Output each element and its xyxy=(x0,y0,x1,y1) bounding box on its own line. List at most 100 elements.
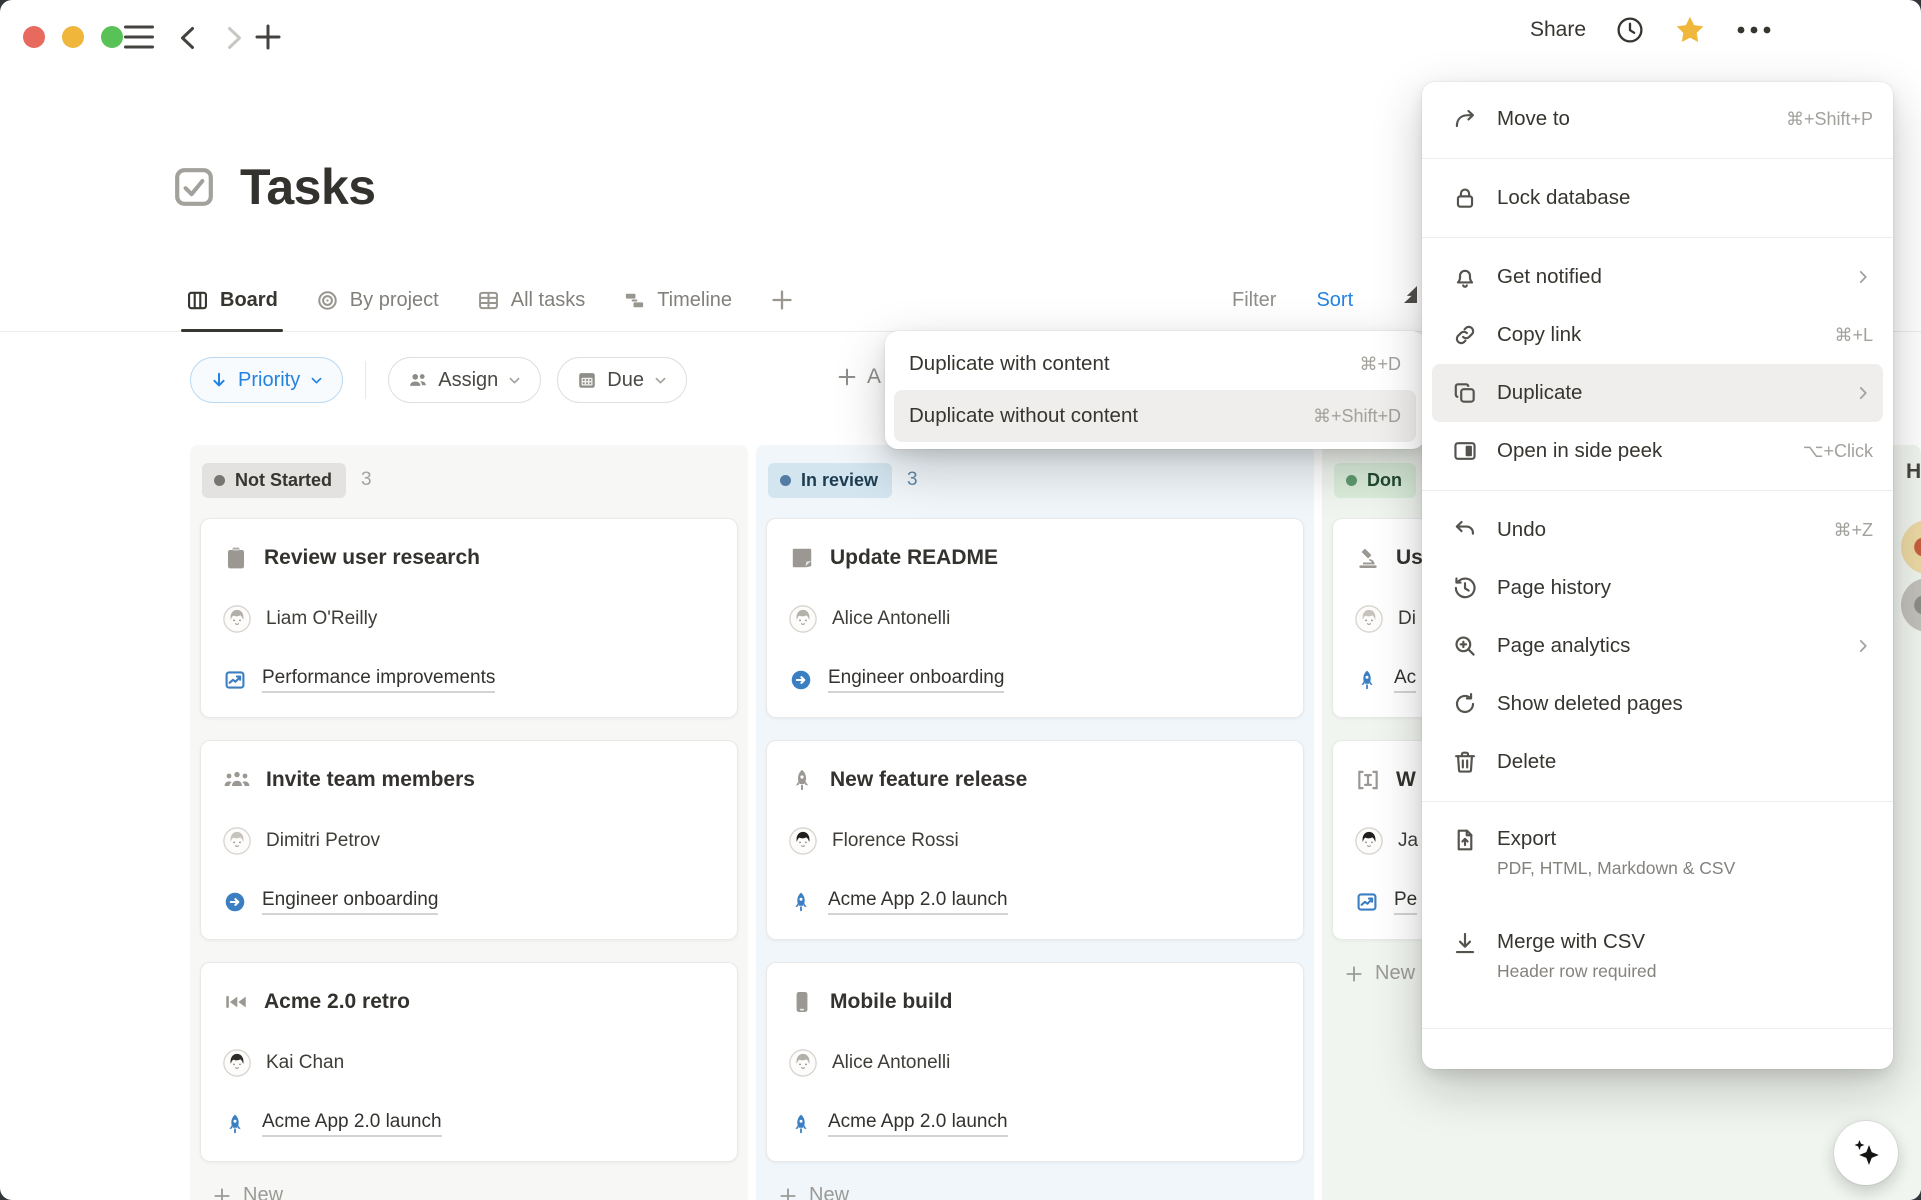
forward-icon[interactable] xyxy=(222,25,246,51)
menu-item-lock-database[interactable]: Lock database xyxy=(1422,169,1893,227)
ai-assistant-button[interactable] xyxy=(1834,1121,1898,1185)
hamburger-menu-icon[interactable] xyxy=(124,24,154,50)
card-title: Acme 2.0 retro xyxy=(264,990,410,1014)
menu-item-move-to[interactable]: Move to ⌘+Shift+P xyxy=(1422,90,1893,148)
menu-item-show-deleted-pages[interactable]: Show deleted pages xyxy=(1422,675,1893,733)
page-title[interactable]: Tasks xyxy=(240,158,376,216)
filter-bar: Priority Assign Due xyxy=(190,356,687,404)
avatar xyxy=(1355,827,1383,855)
rocket-icon xyxy=(789,1112,813,1136)
new-card-button[interactable]: New xyxy=(778,1184,1304,1200)
undo-icon xyxy=(1452,517,1478,543)
arrow-circle-icon xyxy=(789,668,813,692)
menu-item-page-history[interactable]: Page history xyxy=(1422,559,1893,617)
plus-icon xyxy=(778,1186,798,1200)
duplicate-submenu: Duplicate with content ⌘+D Duplicate wit… xyxy=(885,331,1425,449)
add-filter-button[interactable]: A xyxy=(836,365,881,389)
card-link[interactable]: Performance improvements xyxy=(262,667,495,693)
status-badge[interactable]: In review xyxy=(768,463,892,498)
card-link[interactable]: Engineer onboarding xyxy=(828,667,1004,693)
card-link[interactable]: Acme App 2.0 launch xyxy=(828,889,1008,915)
page-options-menu: Move to ⌘+Shift+P Lock database Get noti… xyxy=(1422,82,1893,1069)
assign-filter-pill[interactable]: Assign xyxy=(388,357,541,403)
status-dot xyxy=(1346,475,1357,486)
card-title: Mobile build xyxy=(830,990,952,1014)
menu-item-page-analytics[interactable]: Page analytics xyxy=(1422,617,1893,675)
tab-label: By project xyxy=(350,289,439,312)
checkbox-icon[interactable] xyxy=(170,163,218,211)
shortcut-label: ⌘+D xyxy=(1359,354,1401,375)
filter-button[interactable]: Filter xyxy=(1232,289,1276,312)
menu-item-get-notified[interactable]: Get notified xyxy=(1422,248,1893,306)
paste-icon xyxy=(789,545,815,571)
add-filter-label: A xyxy=(867,365,881,389)
card-assignee: Kai Chan xyxy=(266,1052,344,1074)
close-window-button[interactable] xyxy=(23,26,45,48)
avatar xyxy=(789,605,817,633)
divider xyxy=(1422,1028,1893,1029)
share-button[interactable]: Share xyxy=(1530,18,1586,42)
menu-item-subtitle: Header row required xyxy=(1497,961,1657,982)
task-card[interactable]: Invite team members Dimitri Petrov Engin… xyxy=(200,740,738,940)
task-card[interactable]: Update README Alice Antonelli Engineer o… xyxy=(766,518,1304,718)
new-card-button[interactable]: New xyxy=(212,1184,738,1200)
tab-label: Board xyxy=(220,289,278,312)
priority-sort-pill[interactable]: Priority xyxy=(190,357,343,403)
menu-item-duplicate[interactable]: Duplicate xyxy=(1432,364,1883,422)
back-icon[interactable] xyxy=(176,25,200,51)
calendar-icon xyxy=(576,369,598,391)
menu-item-duplicate-without-content[interactable]: Duplicate without content ⌘+Shift+D xyxy=(894,390,1416,442)
divider xyxy=(365,361,366,399)
shortcut-label: ⌘+L xyxy=(1834,325,1873,346)
menu-item-delete[interactable]: Delete xyxy=(1422,733,1893,791)
star-icon[interactable] xyxy=(1674,14,1706,46)
chevron-down-icon xyxy=(507,373,522,388)
status-badge[interactable]: Not Started xyxy=(202,463,346,498)
card-assignee: Liam O'Reilly xyxy=(266,608,377,630)
line-chart-icon xyxy=(1355,890,1379,914)
target-icon xyxy=(316,289,339,312)
status-badge[interactable]: Don xyxy=(1334,463,1416,498)
new-tab-icon[interactable] xyxy=(254,23,282,51)
avatar xyxy=(789,827,817,855)
people-group-icon xyxy=(223,767,251,793)
clock-icon[interactable] xyxy=(1616,16,1644,44)
menu-item-duplicate-with-content[interactable]: Duplicate with content ⌘+D xyxy=(885,338,1425,390)
card-link[interactable]: Acme App 2.0 launch xyxy=(262,1111,442,1137)
menu-item-copy-link[interactable]: Copy link ⌘+L xyxy=(1422,306,1893,364)
task-card[interactable]: Review user research Liam O'Reilly Perfo… xyxy=(200,518,738,718)
menu-item-undo[interactable]: Undo ⌘+Z xyxy=(1422,501,1893,559)
card-link[interactable]: Pe xyxy=(1394,889,1417,915)
chevron-right-icon xyxy=(1853,267,1873,287)
card-link[interactable]: Engineer onboarding xyxy=(262,889,438,915)
tab-all-tasks[interactable]: All tasks xyxy=(477,269,585,331)
trash-icon xyxy=(1452,749,1478,775)
tab-timeline[interactable]: Timeline xyxy=(623,269,732,331)
card-assignee: Alice Antonelli xyxy=(832,608,950,630)
task-card[interactable]: Acme 2.0 retro Kai Chan Acme App 2.0 lau… xyxy=(200,962,738,1162)
sort-button[interactable]: Sort xyxy=(1316,289,1353,312)
menu-item-merge-with-csv[interactable]: Merge with CSVHeader row required xyxy=(1422,915,1893,1018)
avatar xyxy=(1355,605,1383,633)
card-title: Invite team members xyxy=(266,768,475,792)
duplicate-icon xyxy=(1452,380,1478,406)
tab-label: Timeline xyxy=(657,289,732,312)
lock-icon xyxy=(1452,185,1478,211)
tab-by-project[interactable]: By project xyxy=(316,269,439,331)
menu-item-export[interactable]: ExportPDF, HTML, Markdown & CSV xyxy=(1422,812,1893,915)
card-link[interactable]: Acme App 2.0 launch xyxy=(828,1111,1008,1137)
task-card[interactable]: Mobile build Alice Antonelli Acme App 2.… xyxy=(766,962,1304,1162)
restore-icon xyxy=(1452,691,1478,717)
minimize-window-button[interactable] xyxy=(62,26,84,48)
table-icon xyxy=(477,289,500,312)
card-assignee: Florence Rossi xyxy=(832,830,959,852)
add-view-icon[interactable] xyxy=(770,288,794,312)
zoom-window-button[interactable] xyxy=(101,26,123,48)
task-card[interactable]: New feature release Florence Rossi Acme … xyxy=(766,740,1304,940)
ellipsis-icon[interactable] xyxy=(1736,25,1772,35)
card-link[interactable]: Ac xyxy=(1394,667,1416,693)
due-filter-pill[interactable]: Due xyxy=(557,357,687,403)
tab-board[interactable]: Board xyxy=(186,269,278,331)
menu-item-open-in-side-peek[interactable]: Open in side peek ⌥+Click xyxy=(1422,422,1893,480)
clipboard-icon xyxy=(223,545,249,571)
